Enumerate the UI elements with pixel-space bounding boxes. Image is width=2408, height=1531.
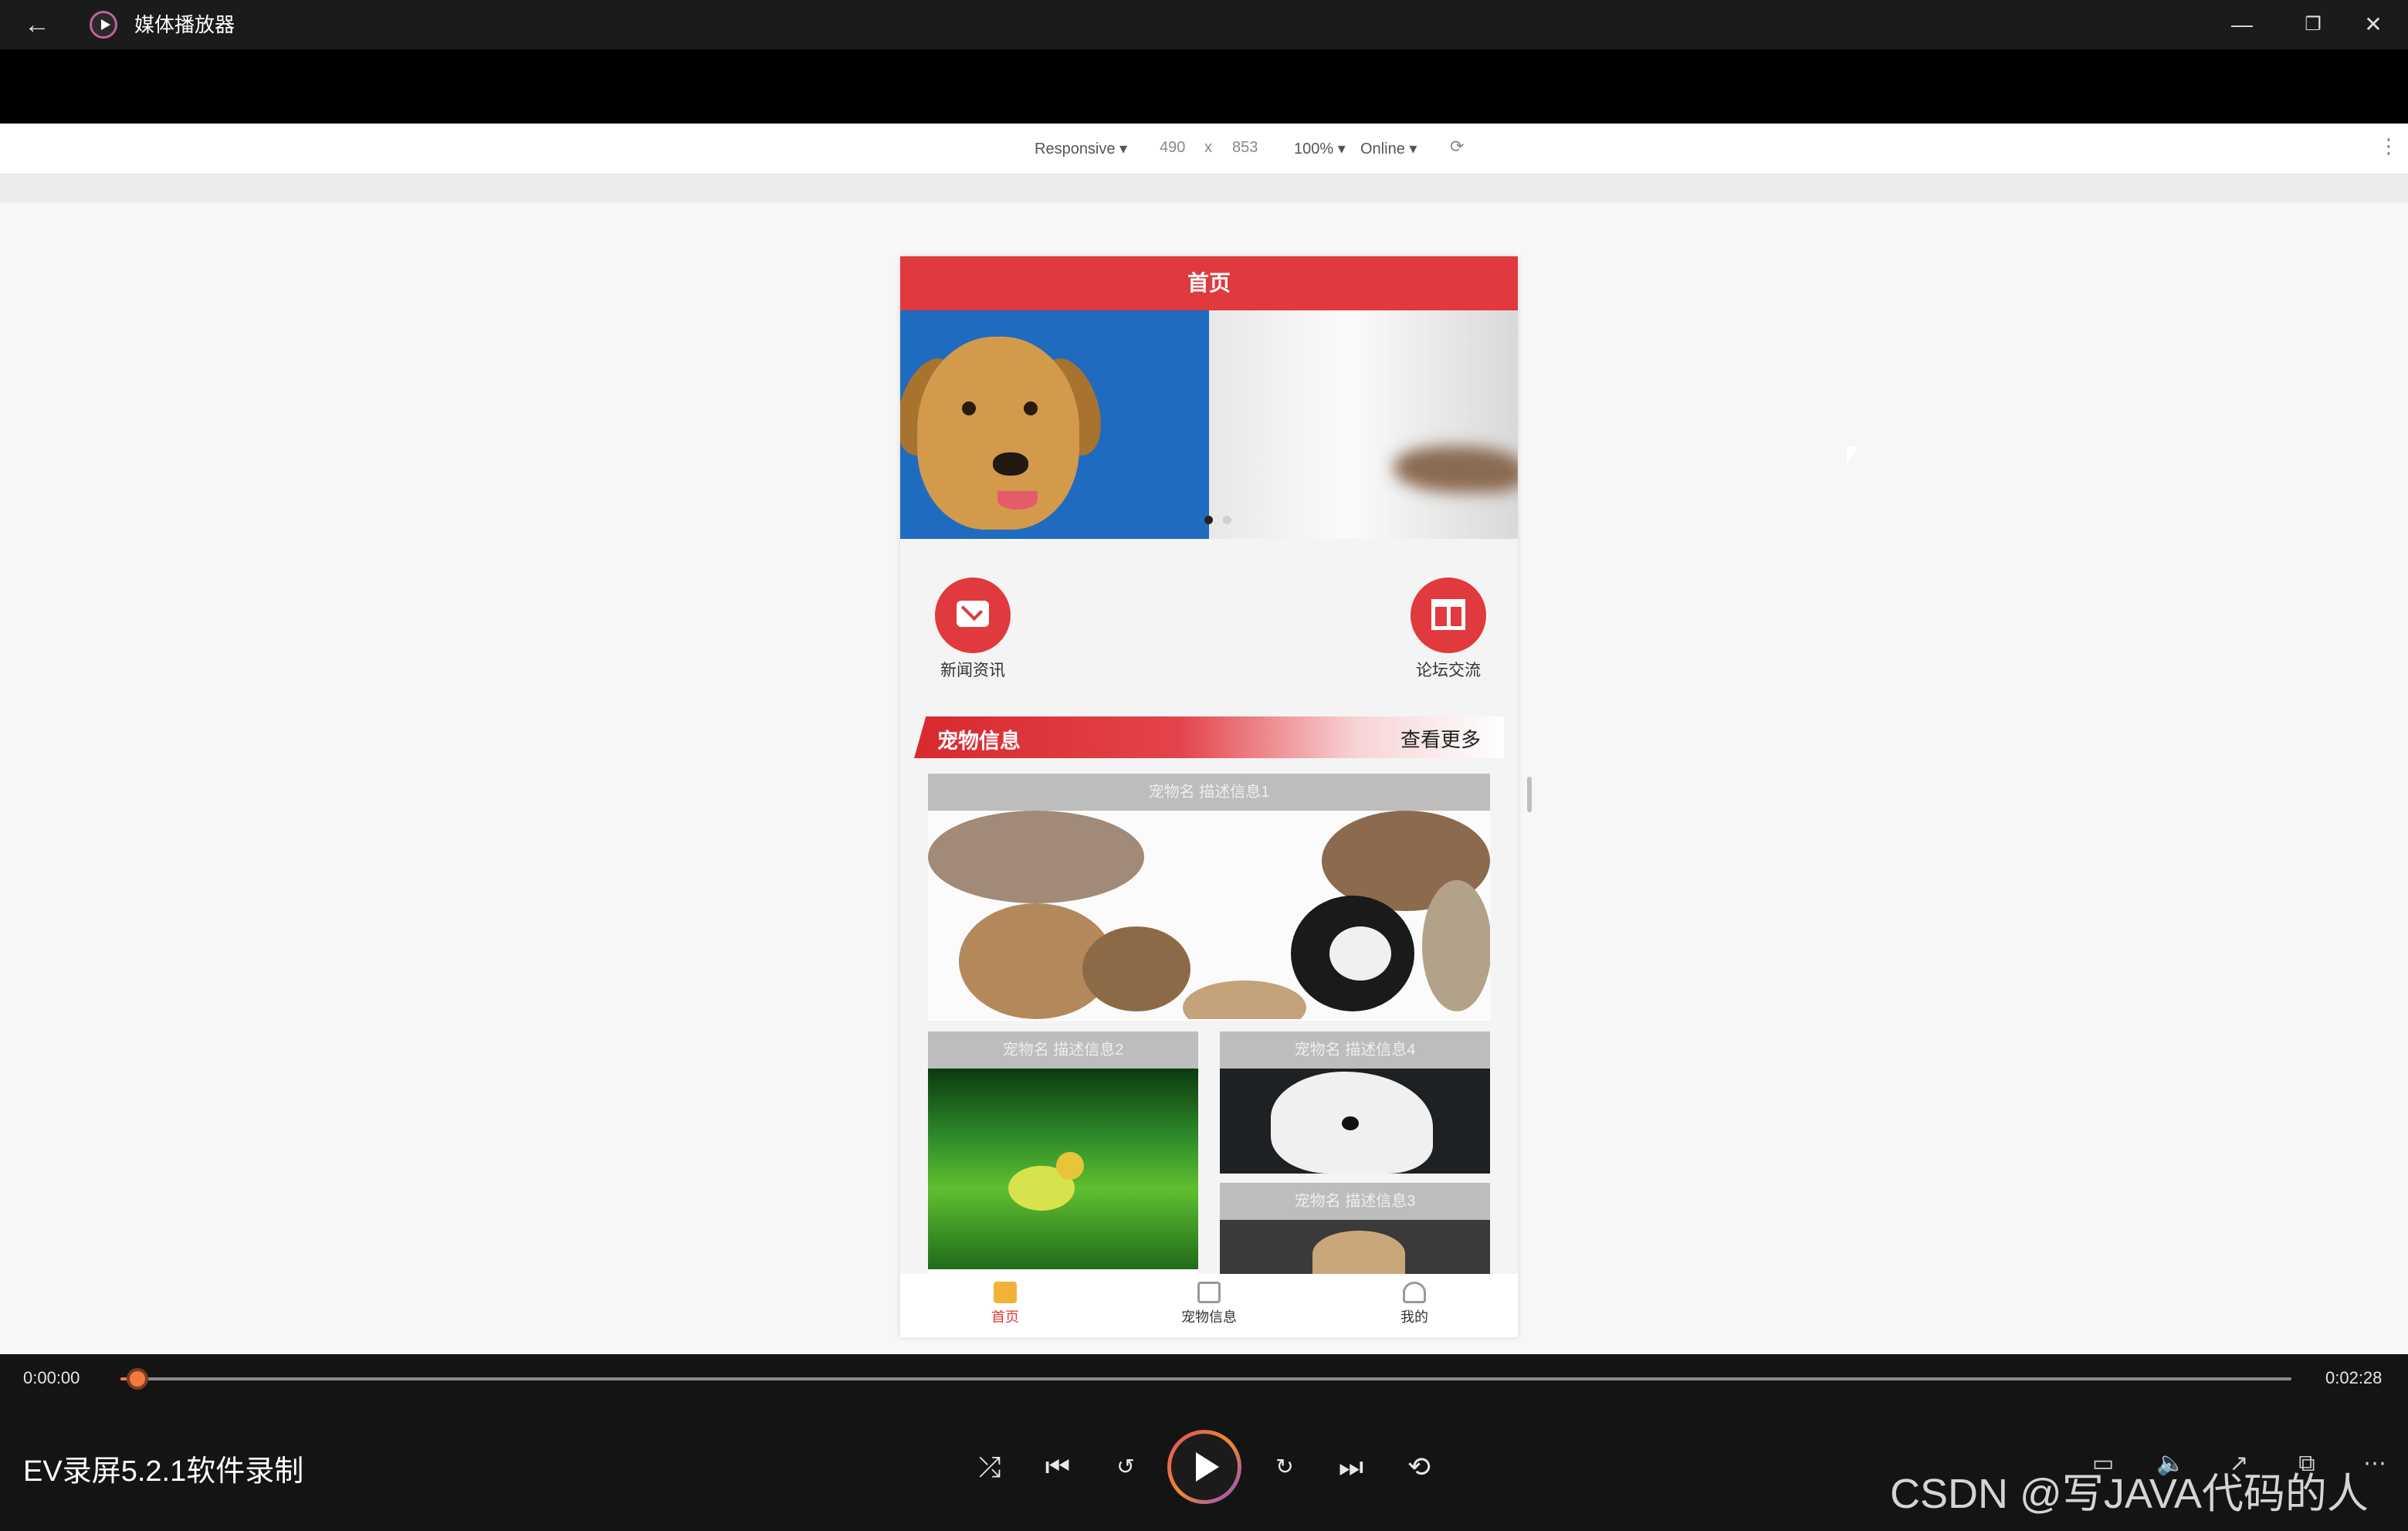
pet-section-header: 宠物信息 查看更多	[914, 716, 1504, 758]
height-input[interactable]: 853	[1232, 139, 1258, 157]
calendar-icon	[1411, 578, 1486, 653]
pet-card-caption: 宠物名 描述信息1	[928, 774, 1490, 811]
tab-home[interactable]: 首页	[951, 1282, 1059, 1326]
tab-pet-info-label: 宠物信息	[1181, 1309, 1237, 1325]
nav-forum[interactable]: 论坛交流	[1410, 578, 1487, 681]
pet-card-caption: 宠物名 描述信息3	[1220, 1183, 1490, 1220]
window-title: 媒体播放器	[134, 13, 235, 36]
pet-card[interactable]: 宠物名 描述信息1	[928, 774, 1490, 1021]
grid-icon	[1197, 1282, 1221, 1303]
total-time: 0:02:28	[2325, 1368, 2383, 1387]
user-icon	[1403, 1282, 1426, 1303]
carousel-dot-active[interactable]	[1204, 516, 1213, 524]
tab-mine-label: 我的	[1400, 1309, 1428, 1325]
pet-photo-white-dog	[1220, 1069, 1490, 1174]
carousel-slide-dog-image	[900, 310, 1209, 539]
pet-photo-cats-dogs	[928, 811, 1490, 1019]
title-bar: ← 媒体播放器 — ❐ ✕	[0, 0, 2408, 49]
back-arrow-icon[interactable]: ←	[22, 9, 52, 40]
device-select[interactable]: Responsive ▾	[1035, 139, 1127, 158]
pet-card[interactable]: 宠物名 描述信息3	[1220, 1183, 1490, 1274]
recording-label: EV录屏5.2.1软件录制	[23, 1455, 304, 1488]
viewport-resize-handle[interactable]	[1527, 777, 1532, 812]
pet-card[interactable]: 宠物名 描述信息4	[1220, 1031, 1490, 1174]
zoom-select[interactable]: 100% ▾	[1294, 139, 1346, 158]
pet-card-caption: 宠物名 描述信息2	[928, 1031, 1198, 1069]
tab-pet-info[interactable]: 宠物信息	[1155, 1282, 1263, 1326]
seek-thumb[interactable]	[127, 1368, 148, 1390]
home-icon	[994, 1282, 1017, 1303]
repeat-icon[interactable]: ⟲	[1397, 1445, 1441, 1489]
pet-photo	[1220, 1220, 1490, 1274]
seek-bar[interactable]	[120, 1377, 2291, 1380]
rotate-icon[interactable]: ⟳	[1450, 137, 1464, 157]
maximize-button[interactable]: ❐	[2290, 8, 2336, 42]
page-title: 首页	[900, 256, 1518, 310]
section-title: 宠物信息	[937, 730, 1021, 753]
watermark-text: CSDN @写JAVA代码的人	[1890, 1471, 2369, 1517]
devtools-device-toolbar: Responsive ▾ 490 x 853 100% ▾ Online ▾ ⟳…	[0, 124, 2408, 174]
pet-photo-bird-grass	[928, 1069, 1198, 1269]
minimize-button[interactable]: —	[2219, 8, 2265, 42]
mobile-app-viewport: 首页 新闻资讯 论坛交流 宠物信息 查看更多 宠物名 描述信息1 宠物名 描述信…	[900, 256, 1518, 1337]
forward-30-icon[interactable]: ↻	[1263, 1445, 1306, 1489]
pet-card-caption: 宠物名 描述信息4	[1220, 1031, 1490, 1069]
carousel-slide-blurred-image	[1209, 310, 1518, 539]
rewind-10-icon[interactable]: ↺	[1104, 1445, 1147, 1489]
play-icon	[1171, 1434, 1238, 1500]
current-time: 0:00:00	[23, 1368, 80, 1387]
media-player-app-icon	[90, 11, 117, 39]
bottom-tab-bar: 首页 宠物信息 我的	[900, 1274, 1518, 1337]
width-input[interactable]: 490	[1160, 139, 1185, 157]
mail-icon	[935, 578, 1011, 653]
view-more-link[interactable]: 查看更多	[1400, 724, 1481, 753]
carousel-dot[interactable]	[1223, 516, 1231, 524]
previous-track-icon[interactable]: ⏮	[1036, 1445, 1079, 1489]
next-track-icon[interactable]: ⏭	[1329, 1445, 1373, 1489]
close-button[interactable]: ✕	[2350, 8, 2396, 42]
nav-news-label: 新闻资讯	[940, 662, 1005, 679]
devtools-ruler-strip	[0, 174, 2408, 202]
media-player-window: ← 媒体播放器 — ❐ ✕ Responsive ▾ 490 x 853 100…	[0, 0, 2408, 1531]
dimension-separator: x	[1204, 139, 1212, 156]
more-options-icon[interactable]: ⋮	[2379, 134, 2399, 158]
pet-card[interactable]: 宠物名 描述信息2	[928, 1031, 1198, 1274]
shuffle-icon[interactable]: ⤮	[968, 1445, 1011, 1489]
mouse-cursor-icon	[1847, 446, 1858, 465]
nav-forum-label: 论坛交流	[1416, 662, 1481, 679]
carousel-banner[interactable]	[900, 310, 1518, 539]
play-button[interactable]	[1167, 1430, 1241, 1504]
tab-home-label: 首页	[991, 1309, 1019, 1325]
nav-news[interactable]: 新闻资讯	[934, 578, 1011, 681]
network-select[interactable]: Online ▾	[1360, 139, 1417, 158]
tab-mine[interactable]: 我的	[1360, 1282, 1468, 1326]
